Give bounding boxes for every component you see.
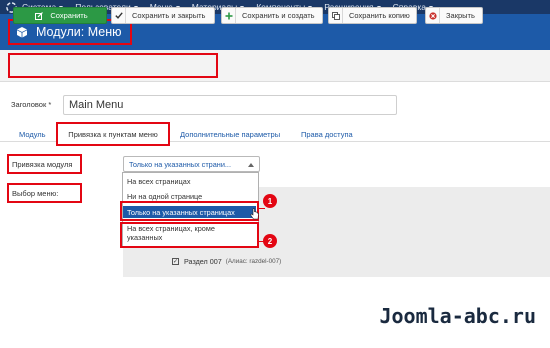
tab-module[interactable]: Модуль (19, 130, 46, 139)
checkbox[interactable]: ✓ (172, 258, 179, 265)
menu-selection-label: Выбор меню: (12, 189, 59, 198)
save-and-new-button[interactable]: Сохранить и создать (221, 7, 323, 24)
title-input[interactable]: Main Menu (63, 95, 397, 115)
check-icon (112, 8, 126, 23)
annotation-badge-1: 1 (263, 194, 277, 208)
assignment-select[interactable]: Только на указанных страни... (123, 156, 260, 172)
cube-icon (17, 27, 27, 38)
chevron-up-icon (248, 163, 254, 167)
highlight-frame-option-2 (120, 222, 259, 248)
highlight-frame-option-1 (120, 201, 259, 221)
hand-cursor-icon (250, 208, 259, 220)
close-icon (426, 8, 440, 23)
title-field-label: Заголовок * (11, 100, 52, 109)
page-title: Модули: Меню (36, 25, 122, 39)
option-all-pages[interactable]: На всех страницах (123, 177, 256, 186)
option-no-pages[interactable]: Ни на одной странице (123, 192, 256, 201)
close-button[interactable]: Закрыть (425, 7, 483, 24)
save-and-close-button[interactable]: Сохранить и закрыть (111, 7, 215, 24)
edit-icon (32, 8, 46, 23)
save-button[interactable]: Сохранить (13, 7, 107, 24)
copy-icon (329, 8, 343, 23)
save-as-copy-button[interactable]: Сохранить копию (328, 7, 417, 24)
tab-menu-assignment[interactable]: Привязка к пунктам меню (56, 122, 170, 146)
module-assignment-label: Привязка модуля (12, 160, 73, 169)
tab-permissions[interactable]: Права доступа (301, 130, 353, 139)
annotation-badge-2: 2 (263, 234, 277, 248)
plus-icon (222, 8, 236, 23)
site-watermark: Joomla-abc.ru (379, 304, 536, 328)
highlight-frame-save-buttons (8, 53, 218, 78)
tab-advanced[interactable]: Дополнительные параметры (180, 130, 280, 139)
menu-item-row[interactable]: ✓ Раздел 007 (Алиас: razdel-007) (172, 257, 281, 266)
annotation-leader-1 (259, 208, 265, 209)
